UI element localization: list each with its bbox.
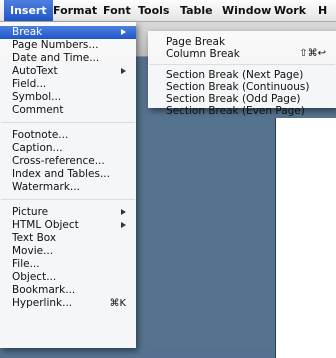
submenu-item-label: Page Break xyxy=(166,36,226,48)
menu-item-label: Hyperlink... xyxy=(12,297,73,309)
submenu-item-label: Section Break (Even Page) xyxy=(166,105,305,117)
menu-item-label: Object... xyxy=(12,271,57,283)
menu-item-label: Field... xyxy=(12,78,47,90)
menu-item-label: Caption... xyxy=(12,142,63,154)
menu-item-label: AutoText xyxy=(12,65,58,77)
menu-item-label: Date and Time... xyxy=(12,52,100,64)
menu-item-label: HTML Object xyxy=(12,219,79,231)
menu-item-label: Picture xyxy=(12,206,49,218)
menu-bar: Insert Format Font Tools Table Window Wo… xyxy=(0,0,336,22)
menu-separator xyxy=(1,122,135,123)
menu-item-label: Text Box xyxy=(12,232,57,244)
submenu-item-section-break-continuous[interactable]: Section Break (Continuous) xyxy=(148,81,336,93)
menu-item-label: Symbol... xyxy=(12,91,62,103)
menu-item-object[interactable]: Object... xyxy=(0,271,136,284)
menu-item-watermark[interactable]: Watermark... xyxy=(0,181,136,194)
menu-item-index-and-tables[interactable]: Index and Tables... xyxy=(0,168,136,181)
menu-item-footnote[interactable]: Footnote... xyxy=(0,129,136,142)
menu-tools[interactable]: Tools xyxy=(132,0,175,21)
menu-work[interactable]: Work xyxy=(268,0,312,21)
menu-item-label: Movie... xyxy=(12,245,54,257)
menu-item-label: Watermark... xyxy=(12,181,80,193)
menu-help[interactable]: H xyxy=(312,0,333,21)
menu-insert[interactable]: Insert xyxy=(4,0,53,21)
submenu-item-label: Section Break (Next Page) xyxy=(166,69,304,81)
menu-item-page-numbers[interactable]: Page Numbers... xyxy=(0,39,136,52)
menu-item-label: Cross-reference... xyxy=(12,155,105,167)
menu-item-label: File... xyxy=(12,258,40,270)
submenu-arrow-icon xyxy=(121,68,126,74)
submenu-item-label: Section Break (Continuous) xyxy=(166,81,310,93)
submenu-item-section-break-next-page[interactable]: Section Break (Next Page) xyxy=(148,69,336,81)
menu-item-field[interactable]: Field... xyxy=(0,78,136,91)
insert-menu: Break Page Numbers... Date and Time... A… xyxy=(0,22,136,348)
menu-item-cross-reference[interactable]: Cross-reference... xyxy=(0,155,136,168)
menu-item-label: Page Numbers... xyxy=(12,39,99,51)
menu-font[interactable]: Font xyxy=(97,0,137,21)
menu-item-caption[interactable]: Caption... xyxy=(0,142,136,155)
menu-item-date-and-time[interactable]: Date and Time... xyxy=(0,52,136,65)
menu-item-movie[interactable]: Movie... xyxy=(0,245,136,258)
submenu-item-label: Column Break xyxy=(166,48,240,60)
menu-item-autotext[interactable]: AutoText xyxy=(0,65,136,78)
break-submenu: Page Break Column Break ⇧⌘↩ Section Brea… xyxy=(148,31,336,117)
menu-item-comment[interactable]: Comment xyxy=(0,104,136,117)
menu-item-label: Comment xyxy=(12,104,64,116)
menu-item-text-box[interactable]: Text Box xyxy=(0,232,136,245)
menu-table[interactable]: Table xyxy=(174,0,219,21)
shortcut-label: ⇧⌘↩ xyxy=(299,48,326,59)
submenu-arrow-icon xyxy=(121,29,126,35)
submenu-item-column-break[interactable]: Column Break ⇧⌘↩ xyxy=(148,48,336,60)
menu-separator xyxy=(149,64,335,65)
menu-item-label: Bookmark... xyxy=(12,284,76,296)
submenu-item-label: Section Break (Odd Page) xyxy=(166,93,301,105)
menu-item-bookmark[interactable]: Bookmark... xyxy=(0,284,136,297)
menu-item-picture[interactable]: Picture xyxy=(0,206,136,219)
menu-separator xyxy=(1,199,135,200)
submenu-item-page-break[interactable]: Page Break xyxy=(148,36,336,48)
submenu-item-section-break-odd-page[interactable]: Section Break (Odd Page) xyxy=(148,93,336,105)
menu-item-label: Footnote... xyxy=(12,129,69,141)
menu-item-label: Index and Tables... xyxy=(12,168,110,180)
menu-item-label: Break xyxy=(12,26,43,38)
menu-item-html-object[interactable]: HTML Object xyxy=(0,219,136,232)
submenu-arrow-icon xyxy=(121,222,126,228)
document-page xyxy=(275,118,336,358)
menu-item-symbol[interactable]: Symbol... xyxy=(0,91,136,104)
menu-item-hyperlink[interactable]: Hyperlink... ⌘K xyxy=(0,297,136,310)
menu-format[interactable]: Format xyxy=(47,0,103,21)
menu-item-file[interactable]: File... xyxy=(0,258,136,271)
menu-item-break[interactable]: Break xyxy=(0,26,136,39)
submenu-arrow-icon xyxy=(121,209,126,215)
shortcut-label: ⌘K xyxy=(109,298,126,309)
